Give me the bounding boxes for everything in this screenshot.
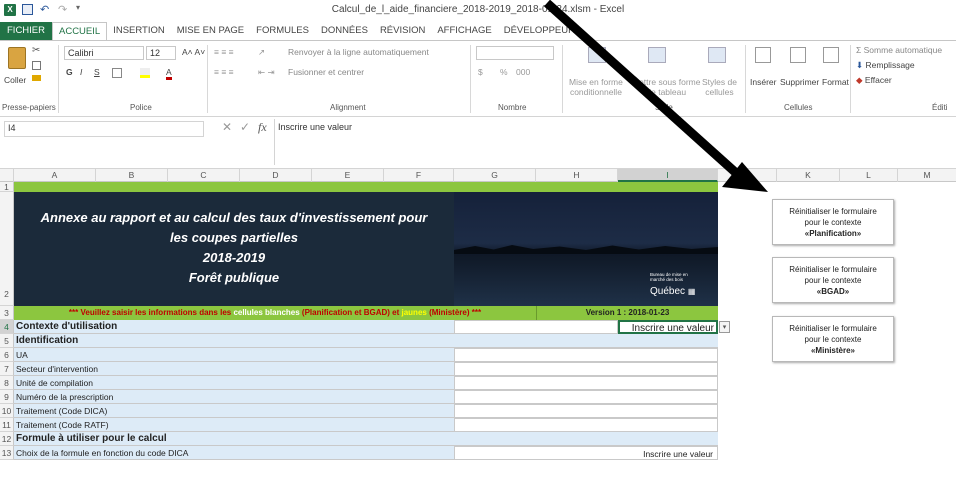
- excel-window: X ↶ ↷ ▾ Calcul_de_l_aide_financiere_2018…: [0, 0, 956, 477]
- annotation-arrow: [543, 0, 768, 192]
- arrow-shaft: [543, 0, 739, 176]
